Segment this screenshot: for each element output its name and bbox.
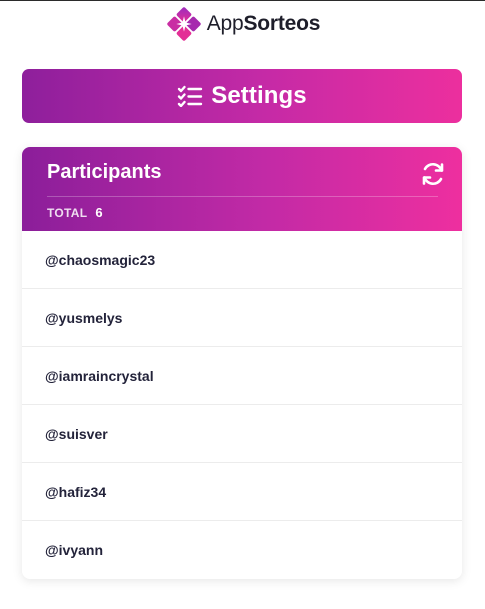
header-divider xyxy=(47,196,438,197)
participants-panel: Participants TOTAL 6 @chaosmagic23 @yusm… xyxy=(22,147,462,579)
brand-name: AppSorteos xyxy=(206,12,321,35)
participants-title: Participants xyxy=(47,161,162,183)
participant-item[interactable]: @suisver xyxy=(22,405,462,463)
participants-header: Participants TOTAL 6 xyxy=(22,147,462,231)
checklist-icon xyxy=(178,85,203,107)
participant-item[interactable]: @chaosmagic23 xyxy=(22,231,462,289)
participants-list: @chaosmagic23 @yusmelys @iamraincrystal … xyxy=(22,231,462,579)
participant-item[interactable]: @ivyann xyxy=(22,521,462,579)
participant-item[interactable]: @hafiz34 xyxy=(22,463,462,521)
total-count: 6 xyxy=(95,205,103,220)
app-header: AppSorteos xyxy=(0,1,485,51)
total-label: TOTAL xyxy=(47,206,88,220)
brand-logo[interactable]: AppSorteos xyxy=(165,5,321,43)
diamond-spark-icon xyxy=(167,7,201,41)
participant-item[interactable]: @yusmelys xyxy=(22,289,462,347)
refresh-icon[interactable] xyxy=(420,161,446,187)
participant-item[interactable]: @iamraincrystal xyxy=(22,347,462,405)
settings-button-label: Settings xyxy=(211,82,307,109)
participants-total: TOTAL 6 xyxy=(47,205,103,220)
settings-button[interactable]: Settings xyxy=(22,69,462,123)
